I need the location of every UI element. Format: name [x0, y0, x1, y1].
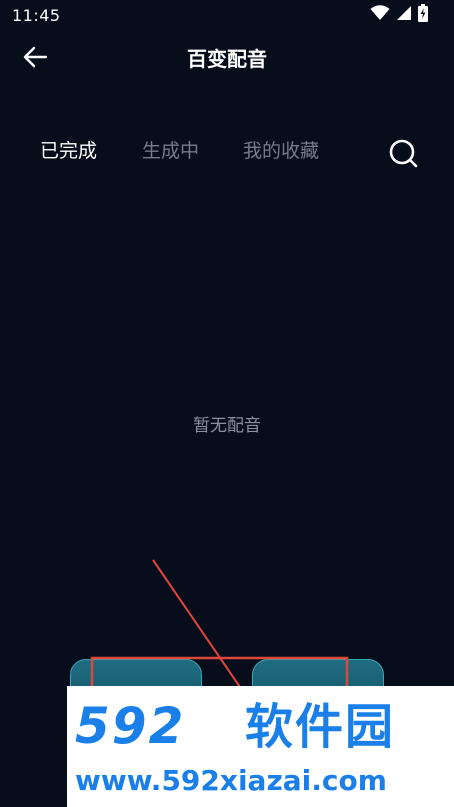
- screen: 11:45 百变配音 已完成 生成中 我的收藏 暂无配音 592 软件园 www…: [0, 0, 454, 807]
- watermark-logo-text: 软件园: [245, 699, 396, 755]
- status-time: 11:45: [12, 6, 61, 25]
- watermark: 592 软件园 www.592xiazai.com: [67, 686, 454, 807]
- status-icons: [370, 4, 428, 26]
- tab-completed[interactable]: 已完成: [40, 137, 97, 165]
- status-bar: 11:45: [0, 0, 454, 32]
- tab-favorites[interactable]: 我的收藏: [243, 137, 319, 165]
- search-icon: [386, 139, 420, 174]
- search-button[interactable]: [386, 136, 420, 170]
- signal-icon: [396, 5, 412, 25]
- page-title: 百变配音: [187, 47, 267, 71]
- tab-generating[interactable]: 生成中: [142, 137, 199, 165]
- battery-charging-icon: [418, 4, 428, 26]
- watermark-url: www.592xiazai.com: [75, 764, 387, 797]
- wifi-icon: [370, 5, 390, 25]
- empty-state-text: 暂无配音: [193, 416, 261, 436]
- watermark-logo-number: 592: [75, 697, 186, 755]
